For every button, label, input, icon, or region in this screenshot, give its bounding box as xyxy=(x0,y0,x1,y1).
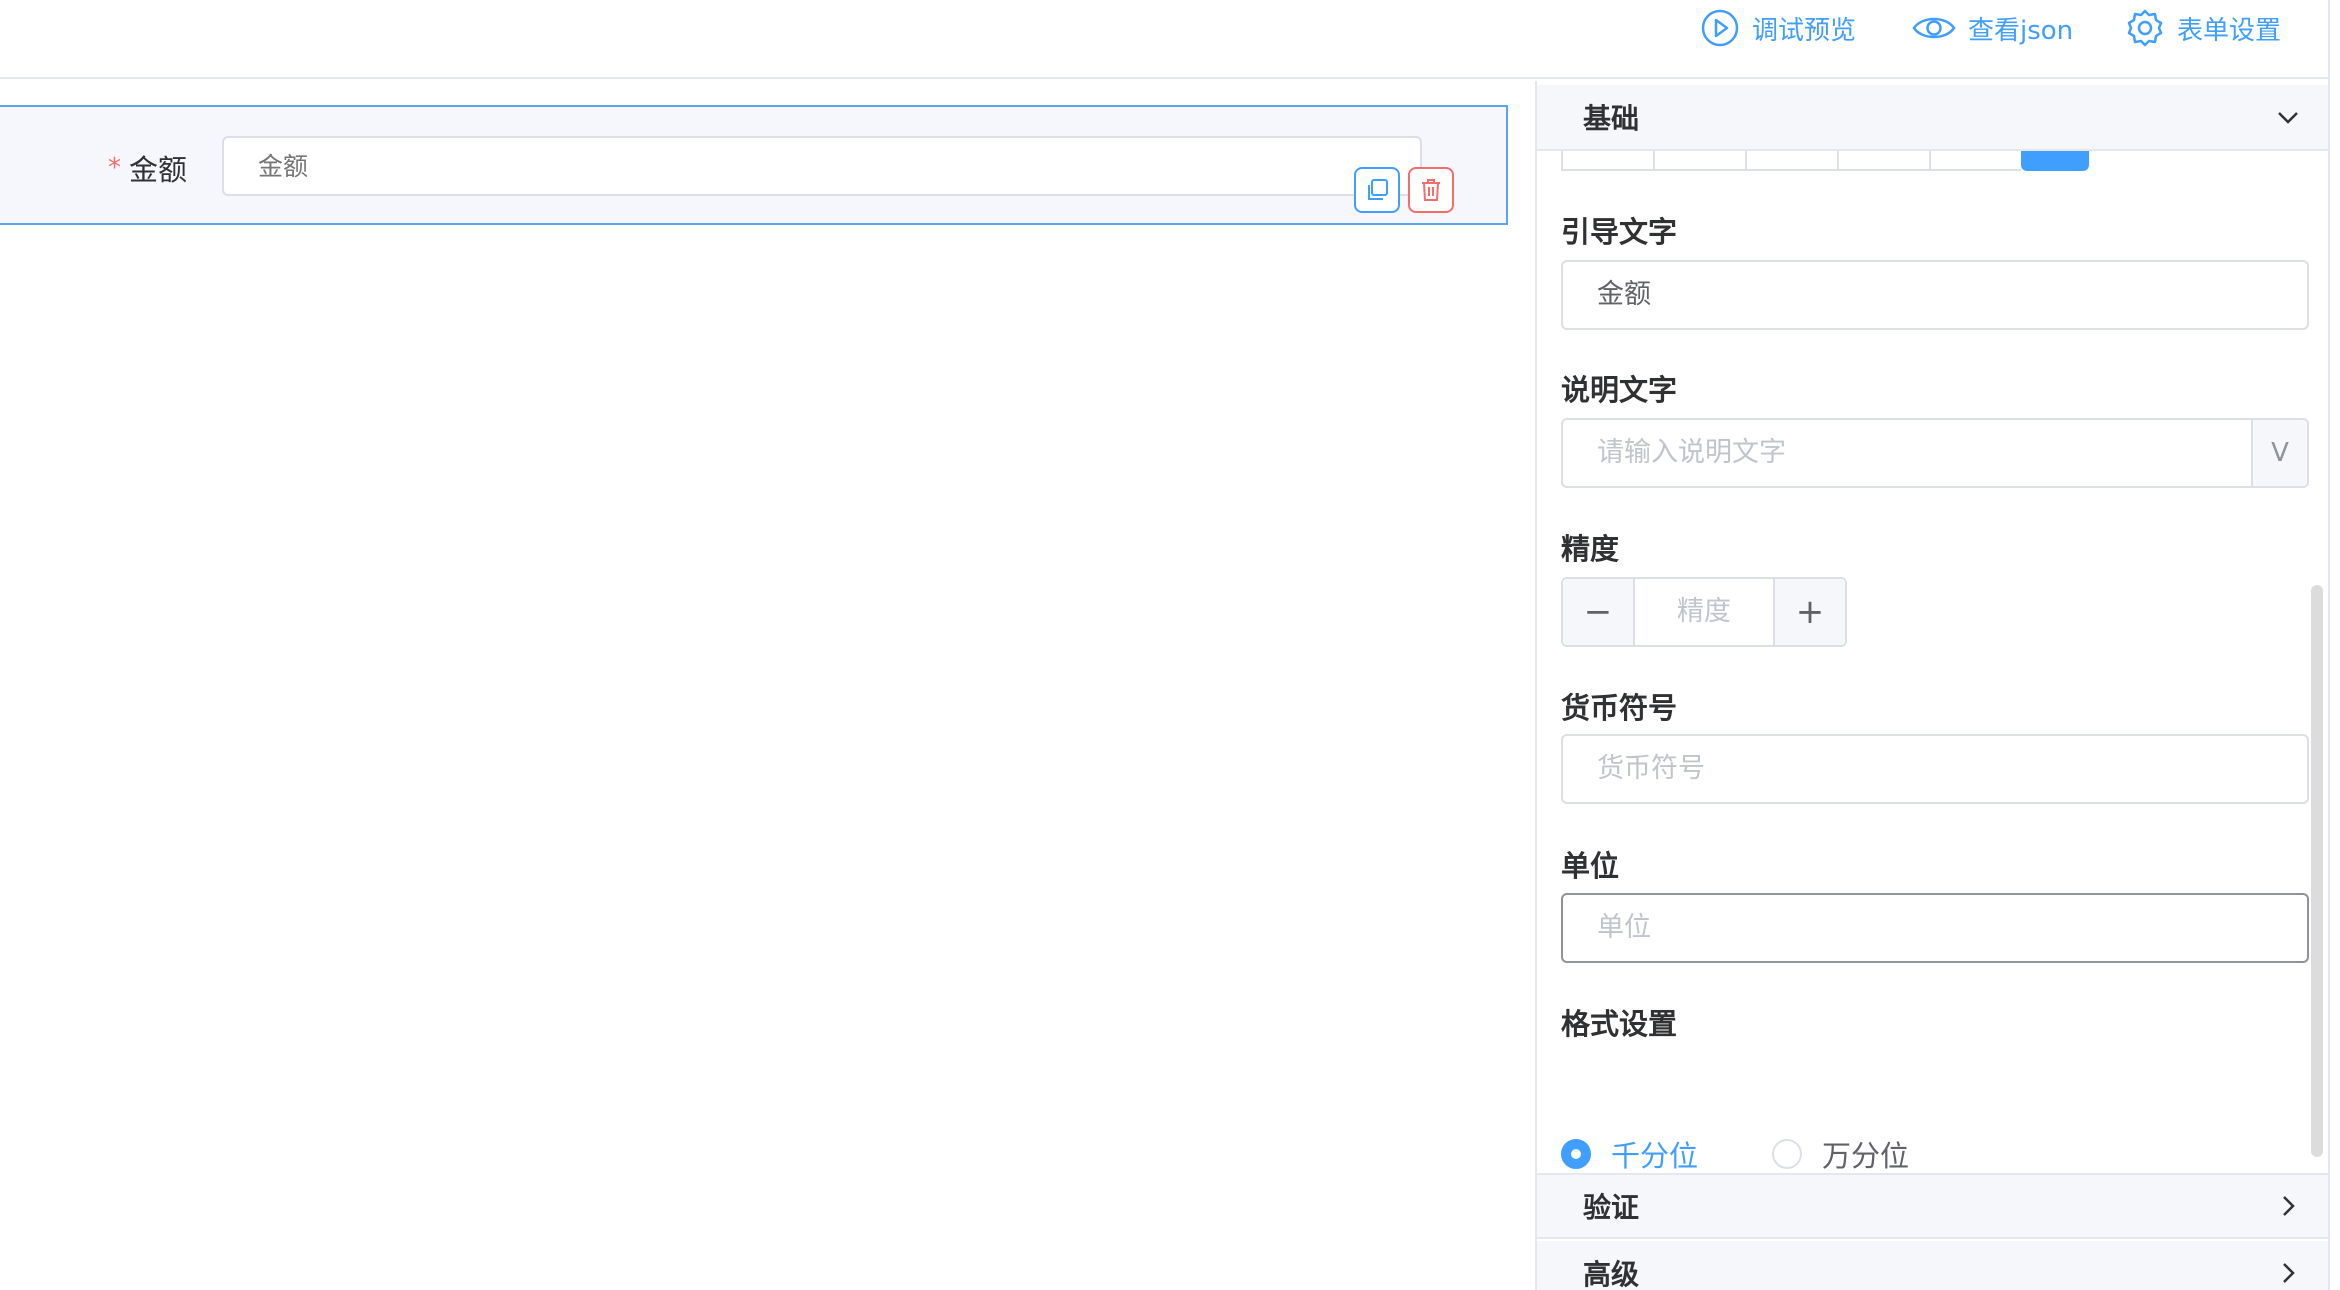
layout-segment-group xyxy=(1561,151,2089,171)
segment-option[interactable] xyxy=(1837,151,1929,171)
precision-increment-button[interactable]: + xyxy=(1773,579,1845,645)
unit-label: 单位 xyxy=(1561,849,1620,883)
radio-unchecked-icon xyxy=(1772,1139,1803,1169)
desc-text-label: 说明文字 xyxy=(1561,373,1678,407)
play-circle-icon xyxy=(1701,9,1739,47)
section-basic-header[interactable]: 基础 xyxy=(1537,85,2330,151)
segment-option-active[interactable] xyxy=(2021,151,2089,171)
gear-icon xyxy=(2127,9,2163,47)
field-label: * 金额 xyxy=(108,147,187,189)
trash-icon xyxy=(1422,179,1440,201)
view-json-button[interactable]: 查看json xyxy=(1912,6,2073,50)
field-label-text: 金额 xyxy=(129,153,188,187)
precision-input[interactable]: 精度 xyxy=(1635,579,1773,645)
radio-ten-thousands-label: 万分位 xyxy=(1822,1139,1910,1173)
segment-option[interactable] xyxy=(1561,151,1653,171)
right-edge-divider xyxy=(2328,0,2330,1290)
amount-input[interactable] xyxy=(222,136,1422,196)
panel-scrollbar[interactable] xyxy=(2311,585,2323,1157)
desc-text-input[interactable]: 请输入说明文字 V xyxy=(1561,418,2309,488)
top-toolbar: 调试预览 查看json 表单设置 xyxy=(0,0,2330,79)
chevron-down-icon xyxy=(2278,112,2298,124)
guide-text-input[interactable]: 金额 xyxy=(1561,260,2309,330)
form-canvas: * 金额 xyxy=(0,81,1535,1290)
section-verify-title: 验证 xyxy=(1583,1191,1640,1224)
desc-text-placeholder: 请输入说明文字 xyxy=(1597,437,1786,468)
copy-field-button[interactable] xyxy=(1354,167,1400,213)
required-mark: * xyxy=(108,153,121,183)
radio-ten-thousands[interactable]: 万分位 xyxy=(1772,1133,1909,1175)
format-radio-group: 千分位 万分位 xyxy=(1561,1133,1909,1175)
currency-label: 货币符号 xyxy=(1561,691,1678,725)
section-advanced-header[interactable]: 高级 xyxy=(1537,1241,2330,1290)
eye-icon xyxy=(1912,17,1956,39)
debug-preview-label: 调试预览 xyxy=(1752,15,1857,46)
debug-preview-button[interactable]: 调试预览 xyxy=(1700,6,1856,50)
guide-text-label: 引导文字 xyxy=(1561,215,1678,249)
section-basic-title: 基础 xyxy=(1583,102,1640,135)
segment-option[interactable] xyxy=(1745,151,1837,171)
currency-input[interactable]: 货币符号 xyxy=(1561,734,2309,804)
precision-decrement-button[interactable]: − xyxy=(1563,579,1635,645)
precision-label: 精度 xyxy=(1561,532,1620,566)
desc-text-append-button[interactable]: V xyxy=(2251,420,2307,486)
view-json-label: 查看json xyxy=(1968,15,2074,46)
form-settings-label: 表单设置 xyxy=(2177,15,2282,46)
section-verify-header[interactable]: 验证 xyxy=(1537,1173,2330,1239)
properties-panel: 基础 引导文字 金额 说明文字 请输入说明文字 V 精度 − 精度 + 货币符号… xyxy=(1535,81,2330,1290)
radio-thousands-label: 千分位 xyxy=(1611,1139,1699,1173)
radio-thousands[interactable]: 千分位 xyxy=(1561,1133,1698,1175)
copy-icon xyxy=(1368,179,1388,200)
chevron-right-icon xyxy=(2283,1263,2295,1283)
precision-stepper: − 精度 + xyxy=(1561,577,1847,647)
chevron-right-icon xyxy=(2283,1196,2295,1216)
selected-field-amount[interactable]: * 金额 xyxy=(0,105,1508,225)
form-settings-button[interactable]: 表单设置 xyxy=(2125,6,2281,50)
unit-input[interactable]: 单位 xyxy=(1561,893,2309,963)
segment-option[interactable] xyxy=(1929,151,2021,171)
form-designer: 调试预览 查看json 表单设置 * 金额 金额 基础 引导文字 金额 说明文字… xyxy=(0,0,2340,1290)
segment-option[interactable] xyxy=(1653,151,1745,171)
delete-field-button[interactable] xyxy=(1408,167,1454,213)
section-advanced-title: 高级 xyxy=(1583,1258,1640,1290)
format-label: 格式设置 xyxy=(1561,1007,1678,1041)
radio-checked-icon xyxy=(1561,1139,1591,1169)
